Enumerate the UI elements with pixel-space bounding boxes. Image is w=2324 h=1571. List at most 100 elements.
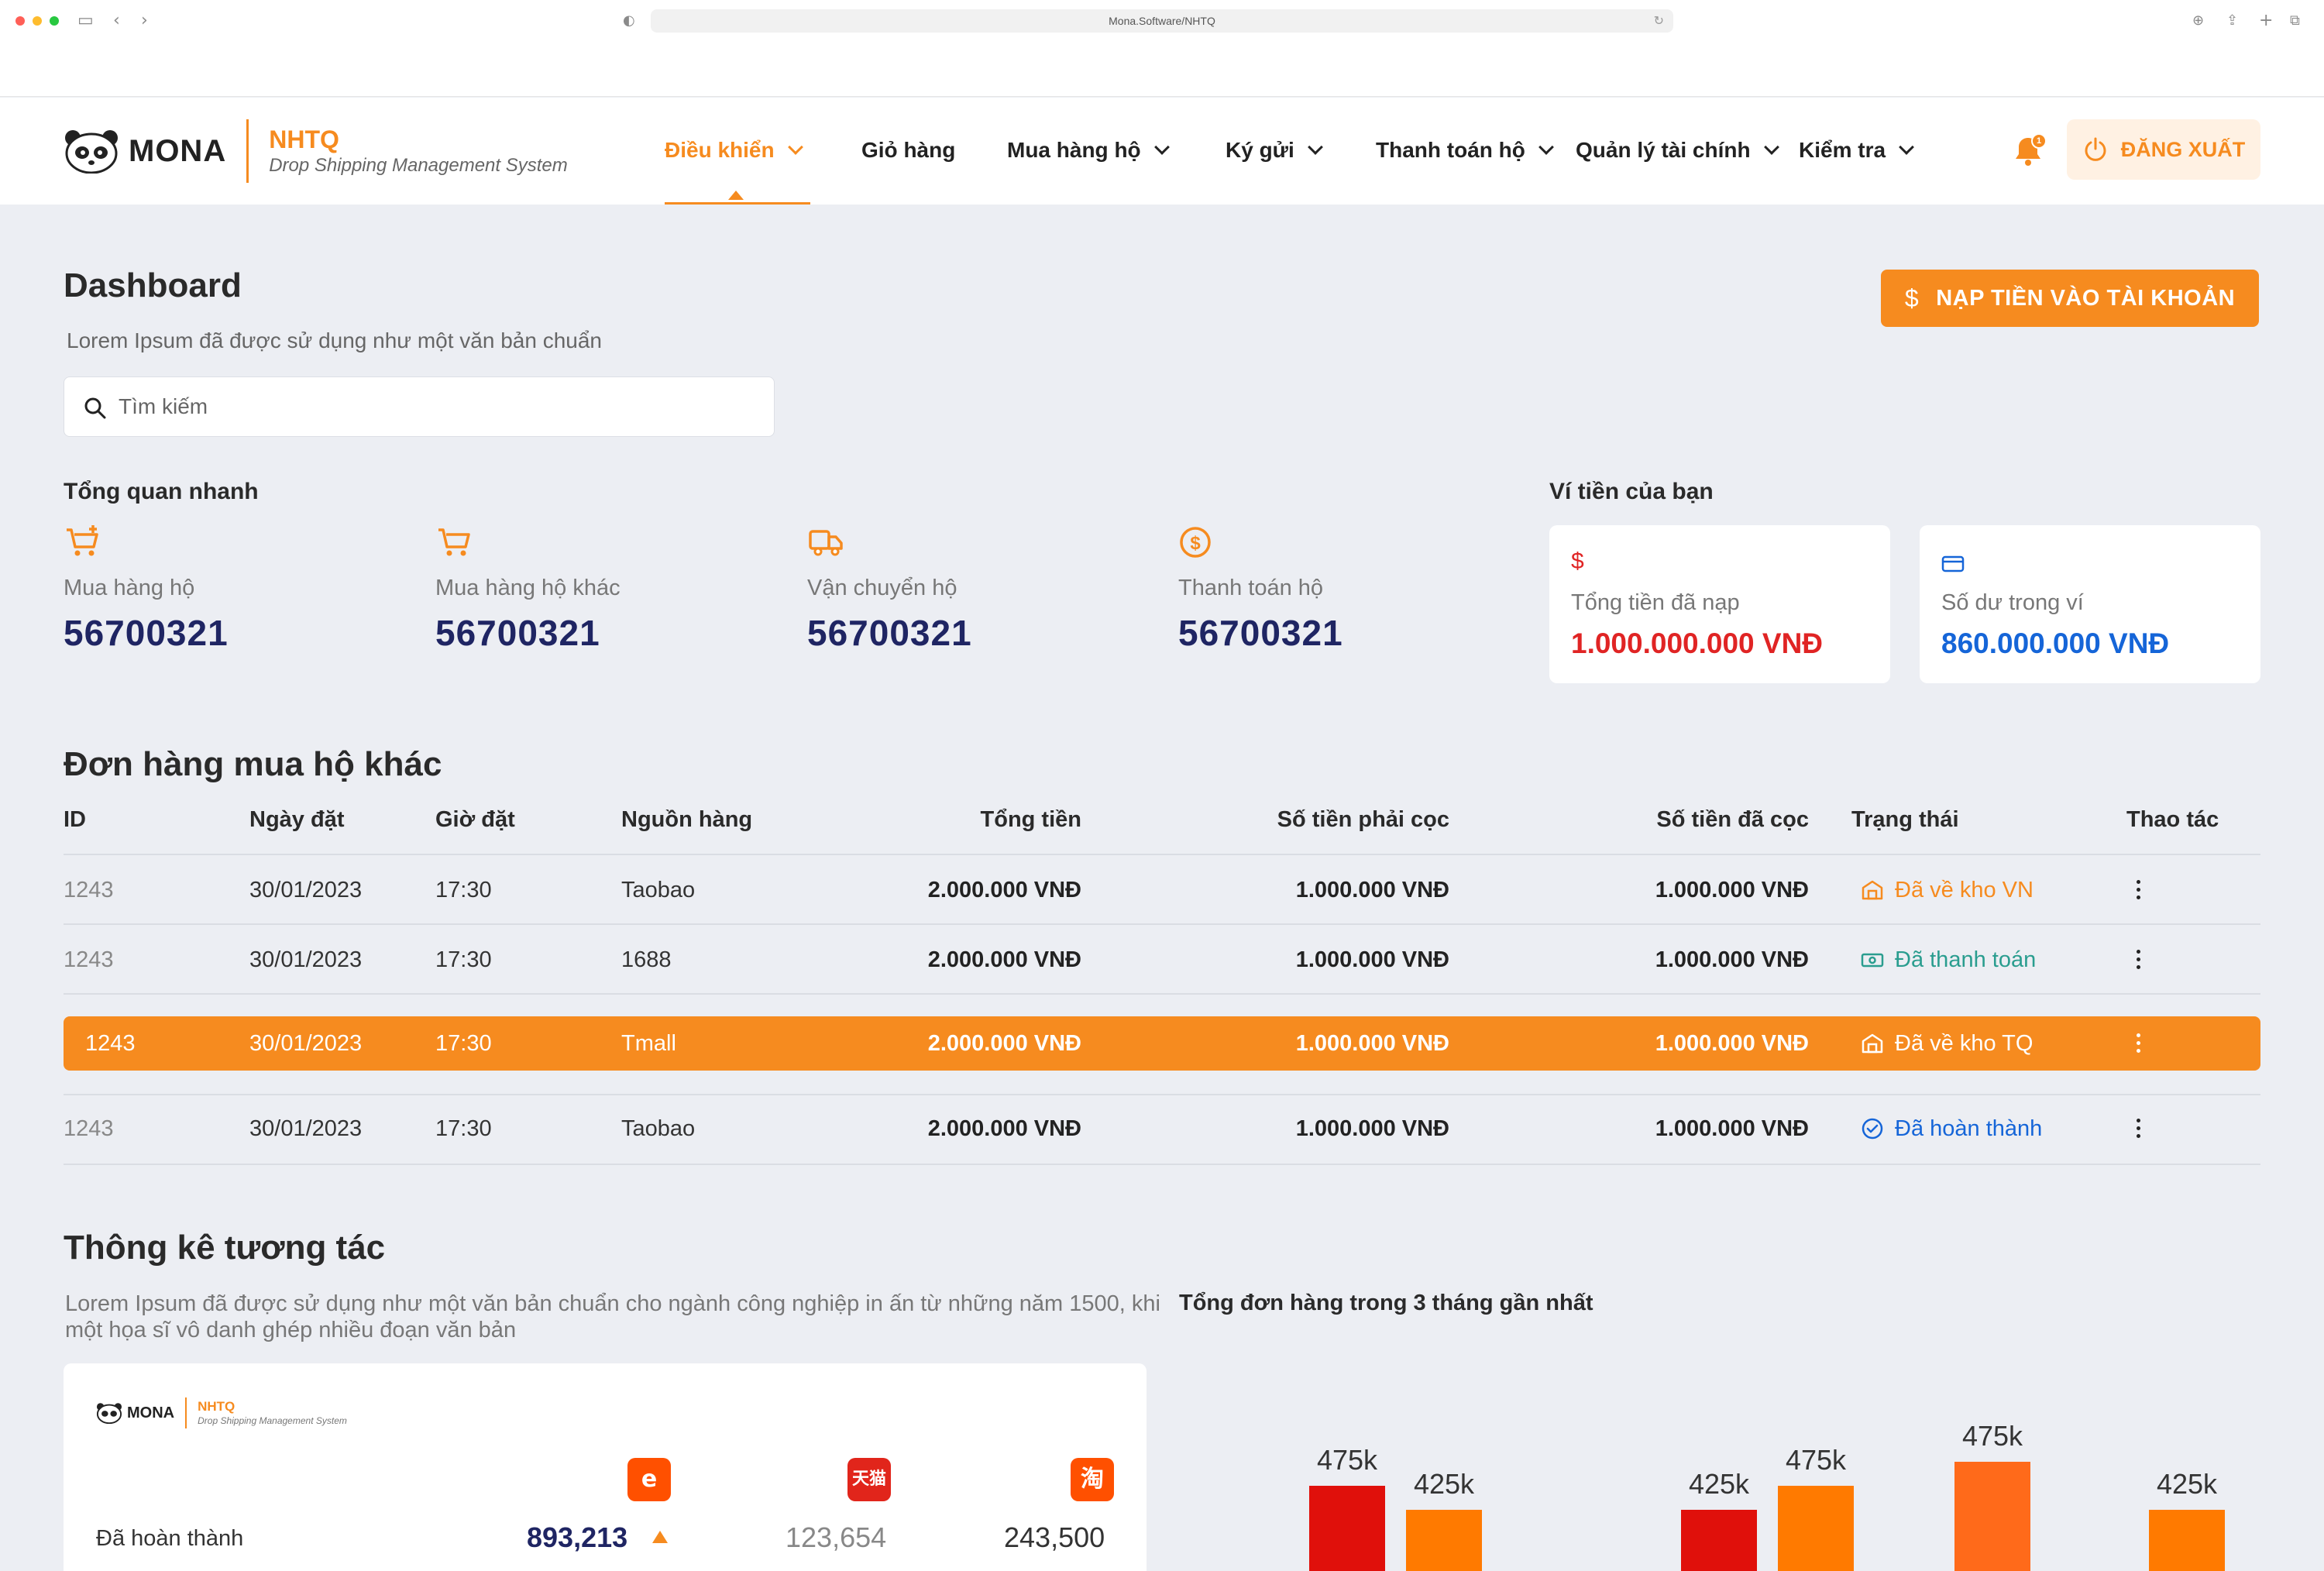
svg-text:$: $	[1190, 533, 1201, 554]
column-header-order-date[interactable]: Ngày đặt	[249, 807, 344, 833]
table-row[interactable]: 1243 30/01/2023 17:30 1688 2.000.000 VNĐ…	[64, 933, 2260, 987]
logout-label: ĐĂNG XUẤT	[2120, 137, 2246, 161]
stat-value-1688: 893,213	[527, 1521, 628, 1553]
nav-item-mua-hang-ho[interactable]: Mua hàng hộ	[1007, 138, 1170, 163]
active-nav-caret	[728, 191, 744, 200]
page-subtitle: Lorem Ipsum đã được sử dụng như một văn …	[67, 328, 602, 352]
overview-label: Mua hàng hộ	[64, 576, 195, 600]
search-icon	[84, 397, 106, 419]
nav-item-ky-gui[interactable]: Ký gửi	[1226, 138, 1323, 163]
topup-button[interactable]: $ NẠP TIỀN VÀO TÀI KHOẢN	[1881, 270, 2259, 327]
brand-title: NHTQ	[269, 125, 339, 153]
search-box[interactable]	[64, 376, 775, 437]
taobao-icon: 淘	[1071, 1458, 1114, 1501]
cell-source: Taobao	[621, 1116, 696, 1141]
wallet-value: 1.000.000.000 VNĐ	[1571, 627, 1824, 659]
chart-bar[interactable]	[1406, 1509, 1482, 1571]
tmall-icon: 天猫	[847, 1458, 891, 1501]
cell-total: 2.000.000 VNĐ	[927, 947, 1081, 972]
overview-value: 56700321	[64, 613, 229, 653]
chart-bar[interactable]	[2149, 1509, 2225, 1571]
chevron-down-icon	[1538, 139, 1554, 155]
truck-icon	[809, 530, 843, 556]
table-divider	[64, 1164, 2260, 1165]
chart-bar[interactable]	[1954, 1461, 2030, 1571]
brand-logo[interactable]: MONA NHTQ Drop Shipping Management Syste…	[64, 119, 568, 183]
overview-item[interactable]: Vận chuyển hộ 56700321	[807, 524, 1117, 654]
table-row[interactable]: 1243 30/01/2023 17:30 Taobao 2.000.000 V…	[64, 863, 2260, 917]
chart-bar[interactable]	[1681, 1509, 1757, 1571]
table-row-selected[interactable]: 1243 30/01/2023 17:30 Tmall 2.000.000 VN…	[64, 1016, 2260, 1071]
reload-icon[interactable]: ↻	[1654, 9, 1664, 33]
overview-item[interactable]: Mua hàng hộ 56700321	[64, 524, 373, 654]
stat-value-tmall: 123,654	[786, 1521, 887, 1553]
column-header-deposit-paid[interactable]: Số tiền đã cọc	[1656, 807, 1809, 833]
overview-title: Tổng quan nhanh	[64, 479, 259, 504]
table-row[interactable]: 1243 30/01/2023 17:30 Taobao 2.000.000 V…	[64, 1102, 2260, 1156]
overview-value: 56700321	[807, 613, 972, 653]
back-icon[interactable]: ‹	[113, 11, 120, 31]
nav-item-label: Mua hàng hộ	[1007, 138, 1141, 162]
overview-item[interactable]: Mua hàng hộ khác 56700321	[435, 524, 745, 654]
close-window-button[interactable]	[15, 16, 25, 26]
panda-logo-icon	[65, 130, 118, 174]
logout-button[interactable]: ĐĂNG XUẤT	[2067, 119, 2260, 180]
chart-bar[interactable]	[1309, 1485, 1385, 1571]
column-header-total[interactable]: Tổng tiền	[981, 807, 1081, 833]
chevron-down-icon	[1153, 139, 1170, 155]
cash-icon	[1861, 953, 1884, 968]
cell-deposit-paid: 1.000.000 VNĐ	[1655, 878, 1809, 902]
cell-id: 1243	[64, 947, 114, 972]
forward-icon[interactable]: ›	[141, 11, 148, 31]
trend-up-icon	[652, 1531, 668, 1543]
cell-time: 17:30	[435, 878, 492, 902]
table-divider	[64, 854, 2260, 855]
browser-chrome: ▭ ‹ › ◐ Mona.Software/NHTQ ↻ ⊕ ⇪ + ⧉	[0, 0, 2324, 97]
overview-label: Thanh toán hộ	[1178, 576, 1324, 600]
overview-value: 56700321	[435, 613, 600, 653]
nav-item-gio-hang[interactable]: Giỏ hàng	[861, 138, 955, 163]
nav-item-dieu-khien[interactable]: Điều khiển	[665, 138, 803, 163]
column-header-deposit-required[interactable]: Số tiền phải cọc	[1277, 807, 1449, 833]
chevron-down-icon	[787, 139, 803, 155]
chart-bar-label: 425k	[2156, 1467, 2218, 1500]
power-icon	[2085, 137, 2106, 161]
download-icon[interactable]: ⊕	[2192, 11, 2204, 31]
wallet-card-balance[interactable]: Số dư trong ví 860.000.000 VNĐ	[1920, 525, 2260, 683]
nav-item-kiem-tra[interactable]: Kiểm tra	[1799, 138, 1914, 163]
share-icon[interactable]: ⇪	[2226, 11, 2238, 31]
column-header-actions[interactable]: Thao tác	[2126, 807, 2219, 833]
column-header-status[interactable]: Trạng thái	[1851, 807, 1959, 833]
more-options-icon[interactable]	[2137, 950, 2141, 970]
status-badge: Đã về kho TQ	[1861, 1016, 2033, 1071]
more-options-icon[interactable]	[2137, 1119, 2141, 1139]
cell-date: 30/01/2023	[249, 947, 363, 972]
column-header-order-time[interactable]: Giờ đặt	[435, 807, 515, 833]
orders-title: Đơn hàng mua hộ khác	[64, 745, 442, 783]
more-options-icon[interactable]	[2137, 880, 2141, 900]
address-bar[interactable]: Mona.Software/NHTQ ↻	[651, 9, 1673, 33]
cell-source: Tmall	[621, 1031, 676, 1056]
cell-date: 30/01/2023	[249, 1116, 363, 1141]
sidebar-toggle-icon[interactable]: ▭	[77, 11, 94, 31]
shield-icon[interactable]: ◐	[623, 11, 635, 31]
notification-badge: 1	[2031, 133, 2047, 149]
tabs-overview-icon[interactable]: ⧉	[2290, 11, 2300, 31]
nav-item-quan-ly-tai-chinh[interactable]: Quản lý tài chính	[1576, 138, 1779, 163]
column-header-source[interactable]: Nguồn hàng	[621, 807, 752, 833]
wallet-value: 860.000.000 VNĐ	[1941, 627, 2170, 659]
more-options-icon[interactable]	[2137, 1033, 2141, 1054]
overview-item[interactable]: $ Thanh toán hộ 56700321	[1178, 524, 1488, 654]
card-brand-text: NHTQ Drop Shipping Management System	[198, 1399, 347, 1427]
wallet-card-deposited[interactable]: $ Tổng tiền đã nạp 1.000.000.000 VNĐ	[1549, 525, 1890, 683]
status-label: Đã về kho VN	[1895, 878, 2033, 902]
minimize-window-button[interactable]	[33, 16, 42, 26]
cell-date: 30/01/2023	[249, 1031, 363, 1056]
search-input[interactable]	[119, 377, 754, 436]
column-header-id[interactable]: ID	[64, 807, 86, 833]
new-tab-icon[interactable]: +	[2259, 11, 2273, 31]
nav-item-thanh-toan-ho[interactable]: Thanh toán hộ	[1376, 138, 1554, 163]
chart-bar[interactable]	[1778, 1485, 1854, 1571]
stats-row-label: Đã hoàn thành	[96, 1526, 244, 1551]
maximize-window-button[interactable]	[50, 16, 59, 26]
